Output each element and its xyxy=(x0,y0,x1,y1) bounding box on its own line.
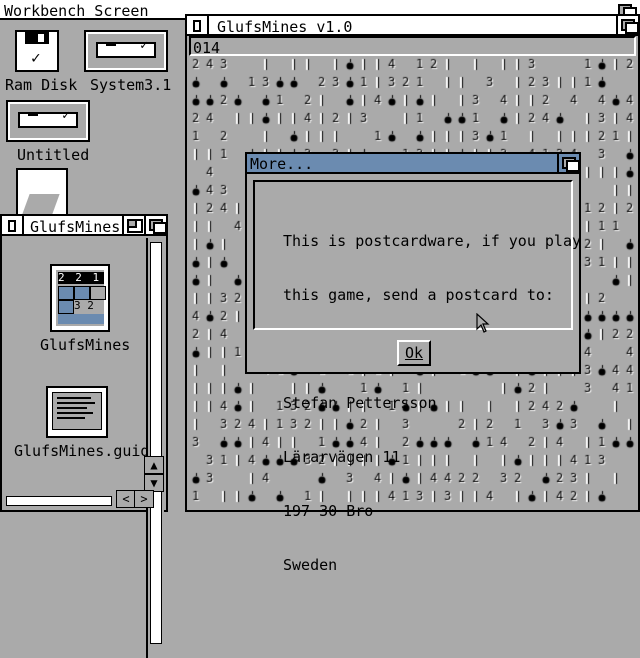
depth-icon[interactable] xyxy=(144,216,167,234)
dialog-titlebar[interactable]: More... xyxy=(247,154,580,174)
message-line: this game, send a postcard to: xyxy=(283,286,554,304)
depth-icon[interactable] xyxy=(557,154,580,172)
dialog-message-panel: This is postcardware, if you play this g… xyxy=(253,180,581,574)
drawer-window-titlebar[interactable]: GlufsMines xyxy=(2,216,167,236)
untitled-disk-icon[interactable]: ✓ xyxy=(6,100,90,142)
depth-icon[interactable] xyxy=(616,16,639,34)
mouse-pointer-icon xyxy=(476,313,490,333)
zoom-icon[interactable] xyxy=(122,216,144,234)
screen-title: Workbench Screen xyxy=(4,2,149,20)
glufsmines-app-icon[interactable]: 2 2 1 3 2 xyxy=(50,264,110,332)
system-disk-icon[interactable]: ✓ xyxy=(84,30,168,72)
guide-document-icon[interactable] xyxy=(46,386,108,438)
ok-label: Ok xyxy=(404,344,424,362)
horizontal-scrollbar[interactable] xyxy=(4,494,114,508)
hidden-disk-icon[interactable] xyxy=(16,168,68,216)
message-line: 197 30 Bro xyxy=(283,502,374,520)
message-line: Lärarvägen 11 xyxy=(283,448,401,466)
message-line xyxy=(283,340,581,358)
scroll-left-icon[interactable]: < xyxy=(116,490,136,508)
horizontal-scroll-knob[interactable] xyxy=(6,496,112,506)
drawer-window-title: GlufsMines xyxy=(30,218,121,236)
message-line: This is postcardware, if you play xyxy=(283,232,582,250)
about-dialog[interactable]: More... This is postcardware, if you pla… xyxy=(245,152,581,574)
glufsmines-app-label[interactable]: GlufsMines xyxy=(40,336,130,354)
close-icon[interactable] xyxy=(2,216,24,234)
mine-counter-panel: 014 xyxy=(189,36,636,57)
untitled-disk-label[interactable]: Untitled xyxy=(17,146,89,164)
dialog-title: More... xyxy=(250,155,314,173)
ram-disk-label[interactable]: Ram Disk xyxy=(5,76,77,94)
scroll-right-icon[interactable]: > xyxy=(134,490,154,508)
ok-button[interactable]: Ok xyxy=(397,340,431,366)
message-line: Stefan Pettersson xyxy=(283,394,437,412)
ram-disk-icon[interactable]: ✓ xyxy=(15,30,59,72)
vertical-scrollbar[interactable] xyxy=(146,238,164,658)
dialog-message: This is postcardware, if you play this g… xyxy=(283,196,581,610)
system-disk-label[interactable]: System3.1 xyxy=(90,76,171,94)
message-line: Sweden xyxy=(283,556,338,574)
vertical-scroll-knob[interactable] xyxy=(150,242,162,644)
guide-document-label[interactable]: GlufsMines.guide xyxy=(14,442,159,460)
mine-counter: 014 xyxy=(193,39,221,57)
drawer-window[interactable]: GlufsMines 2 2 1 3 2 GlufsMines GlufsMin… xyxy=(0,214,168,658)
game-window-title: GlufsMines v1.0 xyxy=(217,18,353,36)
close-icon[interactable] xyxy=(187,16,209,34)
scroll-up-icon[interactable]: ▲ xyxy=(144,456,164,474)
game-window-titlebar[interactable]: GlufsMines v1.0 xyxy=(187,16,639,36)
